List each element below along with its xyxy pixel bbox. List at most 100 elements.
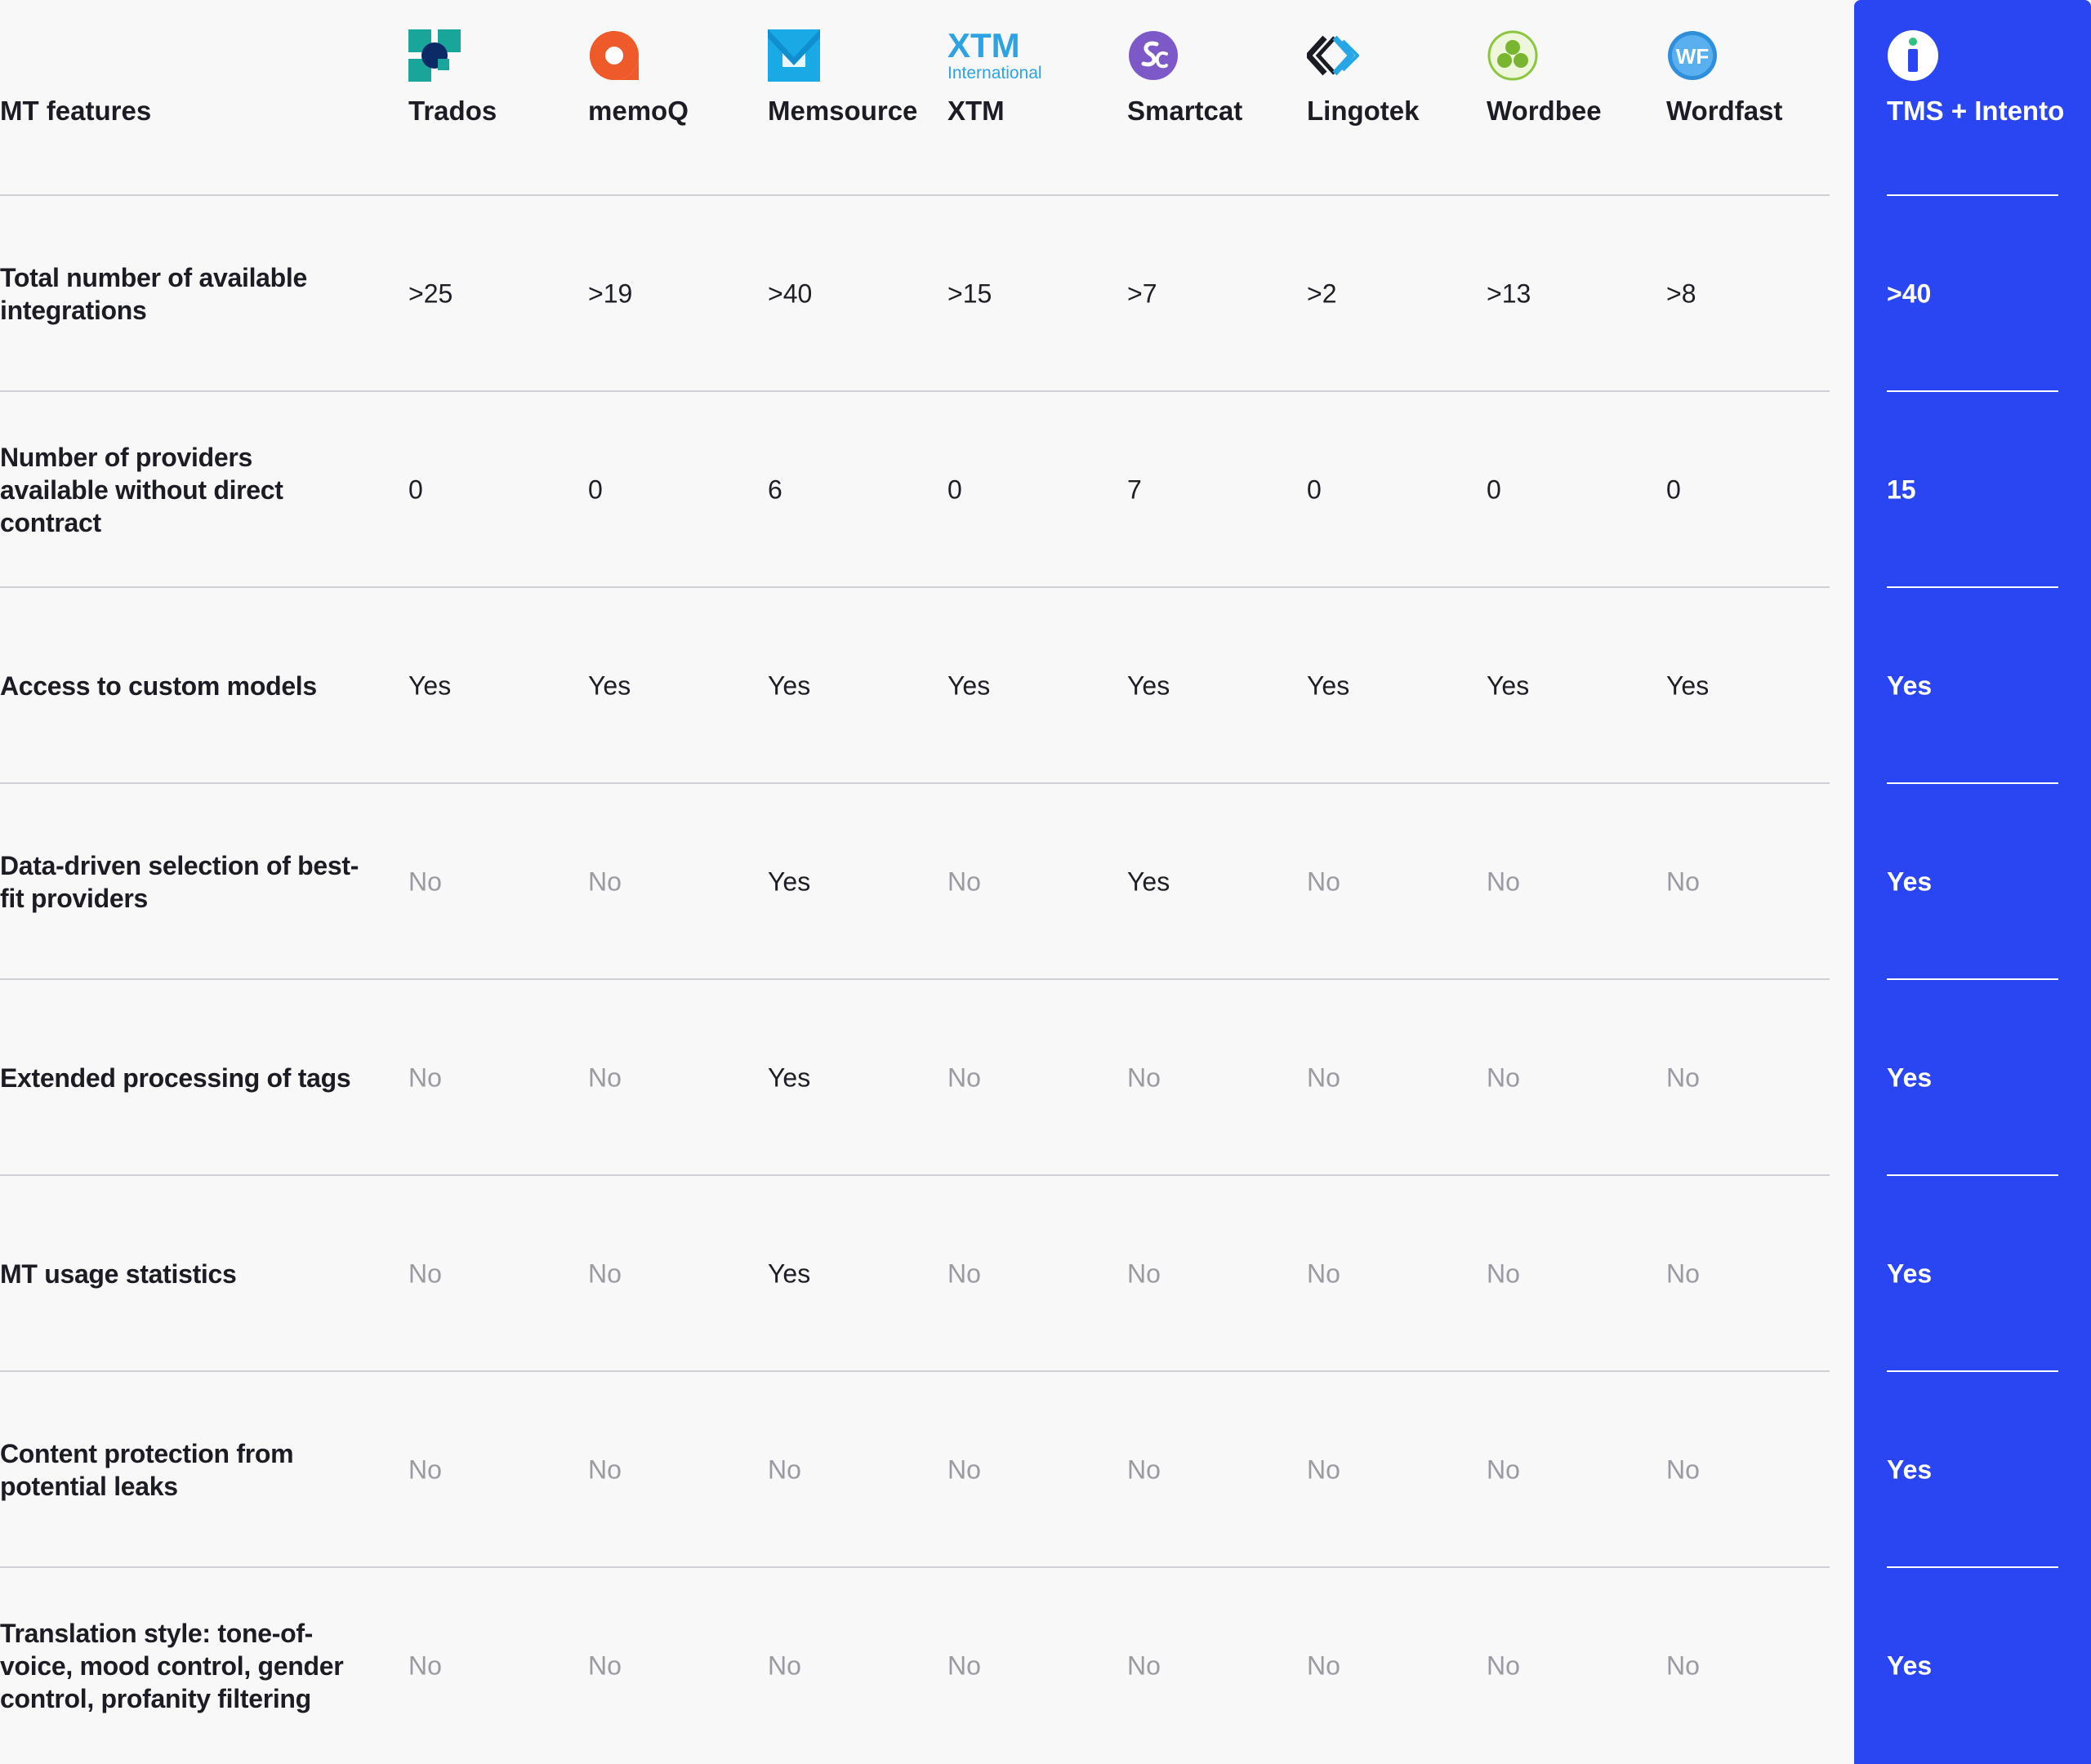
feature-label: Translation style: tone-of-voice, mood c… [0,1619,344,1713]
value-memoq: 0 [588,474,603,505]
vendor-name: Smartcat [1127,96,1243,126]
value-wordfast: 0 [1666,474,1681,505]
value-trados: Yes [408,670,452,701]
value-memoq: >19 [588,278,633,309]
memsource-logo-icon [768,29,820,82]
table-row: Data-driven selection of best-fit provid… [0,782,1830,980]
value-wordbee: No [1487,866,1520,897]
value-lingotek: No [1307,1062,1340,1093]
row-divider [0,1566,1830,1568]
value-memsource: 6 [768,474,782,505]
highlight-row-divider [1887,1174,2058,1176]
value-xtm: No [947,1258,981,1289]
highlight-value: Yes [1887,1258,1933,1289]
vendor-name: Lingotek [1307,96,1420,126]
table-row: Extended processing of tags No No Yes No… [0,978,1830,1176]
value-wordbee: >13 [1487,278,1531,309]
value-lingotek: No [1307,1454,1340,1485]
value-lingotek: No [1307,1258,1340,1289]
table-row: Total number of available integrations >… [0,194,1830,392]
value-wordbee: No [1487,1650,1520,1681]
value-memsource: Yes [768,1062,811,1093]
value-wordbee: No [1487,1062,1520,1093]
value-smartcat: No [1127,1650,1161,1681]
feature-label: Access to custom models [0,671,317,701]
value-xtm: No [947,1062,981,1093]
vendor-name: Trados [408,96,497,126]
value-lingotek: >2 [1307,278,1337,309]
value-lingotek: No [1307,866,1340,897]
feature-label: Data-driven selection of best-fit provid… [0,851,359,913]
wordbee-logo-icon [1487,30,1538,81]
value-memoq: No [588,1258,622,1289]
value-lingotek: 0 [1307,474,1322,505]
highlight-value: 15 [1887,474,1916,505]
value-wordfast: No [1666,1650,1700,1681]
value-wordbee: No [1487,1454,1520,1485]
value-xtm: No [947,1454,981,1485]
value-memsource: No [768,1454,801,1485]
row-divider [0,390,1830,392]
vendor-name: memoQ [588,96,689,126]
row-divider [0,586,1830,588]
value-memoq: Yes [588,670,631,701]
highlight-value: >40 [1887,278,1932,309]
table-row: Translation style: tone-of-voice, mood c… [0,1566,1830,1764]
highlight-row-divider [1887,1370,2058,1372]
row-divider [0,1174,1830,1176]
value-trados: 0 [408,474,423,505]
row-divider [0,194,1830,196]
feature-label: MT usage statistics [0,1259,237,1289]
highlight-value: Yes [1887,866,1933,897]
value-memsource: Yes [768,866,811,897]
value-xtm: No [947,1650,981,1681]
wordfast-logo-icon: WF [1668,31,1717,80]
value-smartcat: Yes [1127,670,1170,701]
highlight-row-divider [1887,194,2058,196]
highlight-row-divider [1887,782,2058,784]
xtm-international-logo-icon: XTM International [947,29,1042,82]
value-lingotek: Yes [1307,670,1350,701]
memoq-logo-icon [590,31,639,80]
feature-label: Total number of available integrations [0,263,307,325]
value-memoq: No [588,1062,622,1093]
value-wordfast: >8 [1666,278,1696,309]
value-smartcat: >7 [1127,278,1157,309]
highlight-row-divider [1887,978,2058,980]
table-row: Content protection from potential leaks … [0,1370,1830,1568]
value-memsource: Yes [768,1258,811,1289]
value-wordbee: Yes [1487,670,1530,701]
highlight-value: Yes [1887,1454,1933,1485]
highlight-row-divider [1887,390,2058,392]
value-smartcat: No [1127,1258,1161,1289]
highlight-value: Yes [1887,670,1933,701]
value-wordfast: Yes [1666,670,1710,701]
row-divider [0,1370,1830,1372]
highlight-column-title: TMS + Intento [1887,96,2065,126]
value-wordfast: No [1666,1062,1700,1093]
intento-logo-icon [1888,30,1938,81]
value-wordfast: No [1666,1454,1700,1485]
value-memoq: No [588,1454,622,1485]
value-wordbee: No [1487,1258,1520,1289]
trados-logo-icon [408,29,461,82]
value-memsource: >40 [768,278,813,309]
value-memoq: No [588,1650,622,1681]
xtm-logo-subtext: International [947,64,1042,82]
value-xtm: 0 [947,474,962,505]
smartcat-logo-icon [1129,31,1178,80]
xtm-logo-text: XTM [947,29,1020,65]
value-smartcat: No [1127,1062,1161,1093]
value-trados: >25 [408,278,453,309]
tms-intento-column: TMS + Intento >40 15 Yes Yes Yes Yes Yes… [1854,0,2091,1764]
vendor-name: Wordbee [1487,96,1602,126]
value-trados: No [408,1258,442,1289]
value-trados: No [408,866,442,897]
highlight-row-divider [1887,1566,2058,1568]
feature-label: Content protection from potential leaks [0,1439,294,1501]
value-memsource: No [768,1650,801,1681]
highlight-value: Yes [1887,1650,1933,1681]
feature-column-header: MT features [0,96,152,126]
value-lingotek: No [1307,1650,1340,1681]
value-wordfast: No [1666,866,1700,897]
